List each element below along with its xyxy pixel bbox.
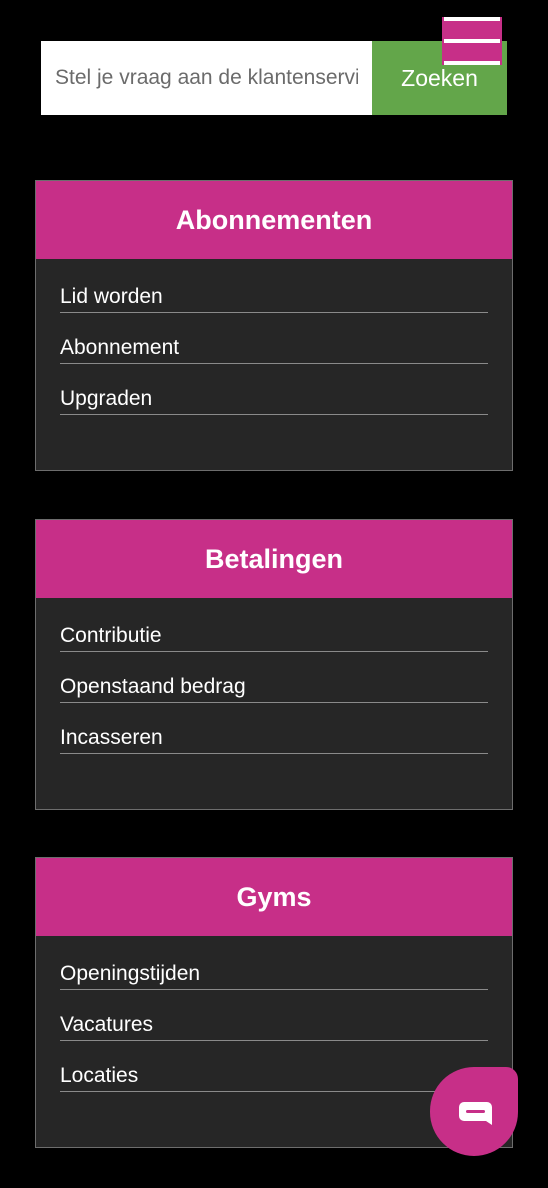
category-link[interactable]: Upgraden bbox=[60, 384, 488, 412]
list-item: Abonnement bbox=[60, 333, 488, 364]
chat-button[interactable] bbox=[430, 1067, 518, 1156]
category-link[interactable]: Abonnement bbox=[60, 333, 488, 361]
list-item: Lid worden bbox=[60, 282, 488, 313]
category-card-betalingen: Betalingen Contributie Openstaand bedrag… bbox=[35, 519, 513, 810]
category-link[interactable]: Openingstijden bbox=[60, 959, 488, 987]
category-title: Betalingen bbox=[36, 520, 512, 598]
hamburger-menu-button[interactable] bbox=[442, 17, 502, 65]
search-form: Zoeken bbox=[41, 41, 507, 115]
hamburger-menu-icon-bar bbox=[444, 39, 500, 43]
category-link[interactable]: Contributie bbox=[60, 621, 488, 649]
list-item: Contributie bbox=[60, 621, 488, 652]
list-item: Openstaand bedrag bbox=[60, 672, 488, 703]
list-item: Locaties bbox=[60, 1061, 488, 1092]
category-link[interactable]: Lid worden bbox=[60, 282, 488, 310]
category-link[interactable]: Incasseren bbox=[60, 723, 488, 751]
list-item: Openingstijden bbox=[60, 959, 488, 990]
category-link[interactable]: Openstaand bedrag bbox=[60, 672, 488, 700]
category-link[interactable]: Locaties bbox=[60, 1061, 488, 1089]
chat-bubble-icon bbox=[459, 1102, 492, 1125]
list-item: Incasseren bbox=[60, 723, 488, 754]
category-link[interactable]: Vacatures bbox=[60, 1010, 488, 1038]
category-title: Gyms bbox=[36, 858, 512, 936]
category-card-abonnementen: Abonnementen Lid worden Abonnement Upgra… bbox=[35, 180, 513, 471]
category-title: Abonnementen bbox=[36, 181, 512, 259]
hamburger-menu-icon bbox=[444, 17, 500, 21]
list-item: Vacatures bbox=[60, 1010, 488, 1041]
list-item: Upgraden bbox=[60, 384, 488, 415]
search-input[interactable] bbox=[41, 41, 372, 115]
hamburger-menu-icon-bar bbox=[444, 61, 500, 65]
